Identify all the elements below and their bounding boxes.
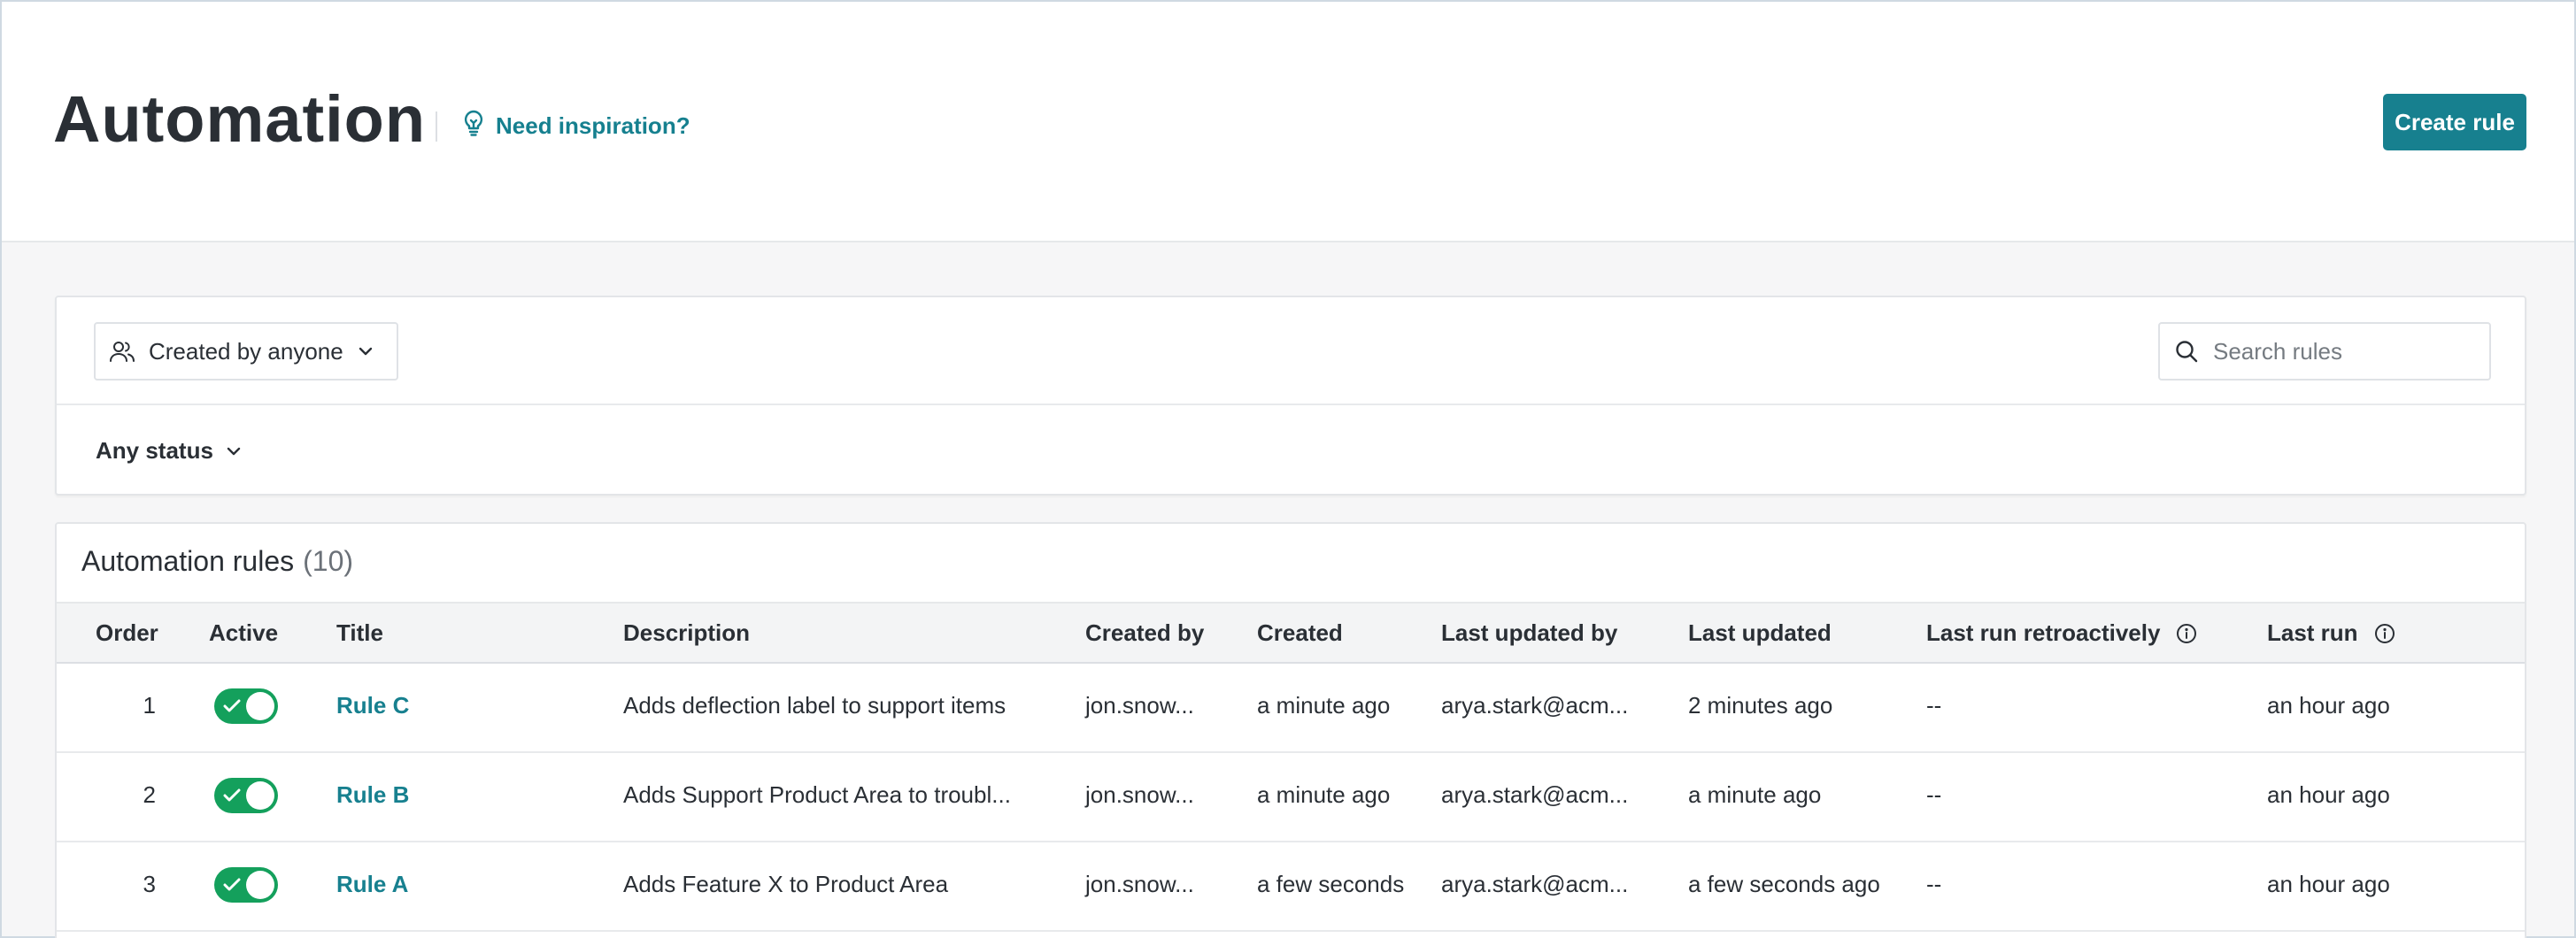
rule-last-updated-by: arya.stark@acm... <box>1441 871 1629 897</box>
table-row: 1 Rule C Adds deflection label to suppor… <box>57 664 2525 753</box>
need-inspiration-label: Need inspiration? <box>496 112 690 139</box>
rule-last-run: an hour ago <box>2267 871 2390 897</box>
rule-title-link[interactable]: Rule C <box>336 692 409 719</box>
check-icon <box>223 788 241 802</box>
rule-order: 2 <box>143 781 156 808</box>
column-title-label: Title <box>336 619 383 646</box>
search-icon <box>2174 339 2199 364</box>
active-toggle[interactable] <box>214 778 278 813</box>
column-title[interactable]: Title <box>336 619 383 647</box>
column-last-updated-label: Last updated <box>1688 619 1832 646</box>
column-created[interactable]: Created <box>1257 619 1343 647</box>
check-icon <box>223 699 241 712</box>
column-active[interactable]: Active <box>209 619 278 647</box>
created-by-filter[interactable]: Created by anyone <box>94 322 398 381</box>
table-header: Order Active Title Description Created b… <box>57 602 2525 664</box>
rule-created-by: jon.snow... <box>1085 871 1194 897</box>
created-by-filter-label: Created by anyone <box>149 337 343 365</box>
rule-last-run: an hour ago <box>2267 781 2390 808</box>
toggle-knob <box>246 781 274 810</box>
column-created-label: Created <box>1257 619 1343 646</box>
automation-rules-table: Automation rules (10) Order Active Title … <box>55 522 2526 938</box>
column-last-run-retroactively-label: Last run retroactively <box>1926 619 2161 646</box>
search-rules-input[interactable] <box>2213 337 2479 365</box>
page-header: Automation Need inspiration? Create rule <box>2 2 2574 242</box>
column-created-by-label: Created by <box>1085 619 1205 646</box>
chevron-down-icon <box>226 446 242 457</box>
column-description-label: Description <box>623 619 751 646</box>
rule-last-updated-by: arya.stark@acm... <box>1441 781 1629 808</box>
rule-description: Adds Feature X to Product Area <box>623 871 949 897</box>
table-row: 2 Rule B Adds Support Product Area to tr… <box>57 753 2525 842</box>
active-toggle[interactable] <box>214 688 278 724</box>
rule-created: a minute ago <box>1257 781 1391 808</box>
need-inspiration-link[interactable]: Need inspiration? <box>462 110 690 142</box>
filter-divider <box>57 404 2525 405</box>
rules-heading-label: Automation rules <box>81 545 295 577</box>
column-last-updated-by[interactable]: Last updated by <box>1441 619 1617 647</box>
rule-title-link[interactable]: Rule B <box>336 781 409 809</box>
column-last-run-label: Last run <box>2267 619 2358 646</box>
title-divider <box>436 111 437 142</box>
column-last-run-retroactively[interactable]: Last run retroactively <box>1926 619 2197 647</box>
rule-last-run-retroactively: -- <box>1926 871 1942 897</box>
rules-count: (10) <box>303 545 354 577</box>
rule-created-by: jon.snow... <box>1085 781 1194 808</box>
column-order[interactable]: Order <box>96 619 158 647</box>
column-description[interactable]: Description <box>623 619 750 647</box>
info-icon[interactable] <box>2176 623 2197 644</box>
column-created-by[interactable]: Created by <box>1085 619 1204 647</box>
lightbulb-icon <box>462 110 485 142</box>
toggle-knob <box>246 871 274 899</box>
search-rules-box[interactable] <box>2158 322 2491 381</box>
rule-last-updated: 2 minutes ago <box>1688 692 1833 719</box>
page-title: Automation <box>53 82 427 156</box>
rule-created-by: jon.snow... <box>1085 692 1194 719</box>
status-filter-label: Any status <box>96 437 213 464</box>
info-icon[interactable] <box>2374 623 2395 644</box>
rule-title-link[interactable]: Rule A <box>336 871 408 898</box>
chevron-down-icon <box>358 346 374 357</box>
filter-panel: Created by anyone Any status <box>55 296 2526 496</box>
column-active-label: Active <box>209 619 279 646</box>
rule-description: Adds Support Product Area to troubl... <box>623 781 1011 808</box>
column-last-updated-by-label: Last updated by <box>1441 619 1618 646</box>
rule-last-updated: a few seconds ago <box>1688 871 1880 897</box>
column-last-updated[interactable]: Last updated <box>1688 619 1832 647</box>
people-icon <box>110 340 135 363</box>
rule-last-run-retroactively: -- <box>1926 692 1942 719</box>
active-toggle[interactable] <box>214 867 278 903</box>
rule-order: 3 <box>143 871 156 897</box>
create-rule-button[interactable]: Create rule <box>2383 94 2526 150</box>
column-last-run[interactable]: Last run <box>2267 619 2395 647</box>
rule-last-run-retroactively: -- <box>1926 781 1942 808</box>
rule-description: Adds deflection label to support items <box>623 692 1006 719</box>
rule-order: 1 <box>143 692 156 719</box>
toggle-knob <box>246 692 274 720</box>
column-order-label: Order <box>96 619 158 646</box>
rule-last-updated: a minute ago <box>1688 781 1822 808</box>
rule-last-run: an hour ago <box>2267 692 2390 719</box>
rules-heading: Automation rules (10) <box>81 545 353 578</box>
rule-last-updated-by: arya.stark@acm... <box>1441 692 1629 719</box>
status-filter[interactable]: Any status <box>96 437 242 465</box>
rule-created: a few seconds <box>1257 871 1405 897</box>
check-icon <box>223 878 241 891</box>
table-row: 3 Rule A Adds Feature X to Product Area … <box>57 842 2525 932</box>
rule-created: a minute ago <box>1257 692 1391 719</box>
